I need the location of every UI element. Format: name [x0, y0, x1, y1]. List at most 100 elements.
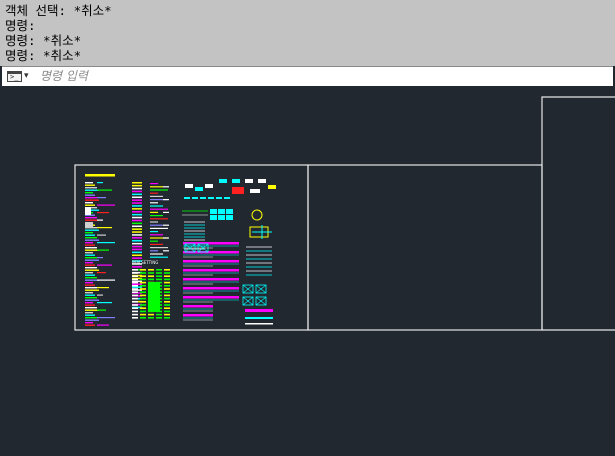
- text-row: [150, 215, 163, 217]
- symbol: [210, 209, 217, 214]
- legend-row-text: [97, 242, 115, 244]
- symbol: [219, 179, 227, 183]
- legend-row: [85, 264, 95, 266]
- text-row: [150, 234, 163, 236]
- swatch-row: [132, 216, 142, 219]
- legend-row: [85, 292, 93, 294]
- text-row: [163, 211, 169, 213]
- legend-row: [85, 282, 93, 284]
- chevron-down-icon[interactable]: ▾: [24, 69, 29, 83]
- text-row: [150, 247, 168, 249]
- text-row: [163, 250, 169, 252]
- swatch-row: [132, 231, 142, 233]
- symbol: [205, 184, 213, 188]
- symbol: [268, 185, 276, 189]
- grid-cell: [156, 275, 162, 277]
- drawing-title-bar: [85, 174, 115, 177]
- symbol: [226, 215, 233, 220]
- legend-row: [85, 257, 97, 259]
- grid-cell: [132, 297, 138, 300]
- grid-cell: [140, 304, 146, 306]
- symbol: [185, 184, 193, 188]
- legend-row: [85, 272, 93, 274]
- grid-cell: [164, 297, 170, 300]
- legend-row-text: [97, 249, 109, 251]
- pen-setting-label: PEN SETTING: [132, 260, 158, 265]
- pen-setting-grid: [132, 269, 170, 319]
- symbol: [218, 215, 225, 220]
- text-row: [163, 199, 169, 201]
- legend-row: [85, 204, 95, 206]
- layout-frame-right: [541, 96, 615, 330]
- symbol: [195, 187, 203, 191]
- text-row: [150, 205, 163, 207]
- symbol-bar: [183, 260, 213, 263]
- text-row: [150, 202, 158, 204]
- grid-cell: [164, 269, 170, 271]
- history-line: 명령: *취소*: [5, 33, 82, 48]
- text-row: [150, 208, 168, 210]
- grid-cell: [156, 278, 162, 281]
- grid-cell: [132, 278, 138, 281]
- legend-row-text: [97, 317, 115, 319]
- legend-row: [85, 194, 95, 196]
- grid-cell: [132, 269, 138, 271]
- layout-frame-middle: [307, 164, 543, 331]
- swatch-row: [132, 228, 142, 230]
- history-line: 객체 선택: *취소*: [5, 3, 112, 18]
- grid-cell: [156, 317, 162, 319]
- symbol: [245, 179, 253, 183]
- legend-row: [85, 297, 97, 299]
- grid-cell: [148, 272, 154, 274]
- legend-block: [85, 207, 91, 215]
- legend-row: [85, 244, 95, 246]
- grid-cell: [140, 281, 146, 284]
- symbol-bar: [213, 287, 239, 290]
- symbol-bar: [213, 242, 239, 245]
- terminal-icon[interactable]: >_: [7, 71, 22, 82]
- swatch-row: [132, 257, 142, 259]
- legend-row-text: [97, 182, 103, 184]
- swatch-row: [132, 254, 142, 256]
- grid-cell: [164, 313, 170, 316]
- legend-row-text: [97, 234, 106, 236]
- swatch-row: [132, 242, 142, 245]
- grid-cell: [140, 288, 146, 290]
- grid-cell: [148, 278, 154, 281]
- symbol: [250, 189, 260, 193]
- symbol: [224, 197, 230, 199]
- grid-cell: [164, 281, 170, 284]
- legend-row-text: [97, 219, 103, 221]
- symbol-bar: [213, 278, 239, 281]
- grid-cell: [164, 285, 170, 287]
- swatch-row: [132, 205, 142, 207]
- legend-row: [85, 219, 99, 221]
- symbol-bar: [245, 317, 273, 319]
- symbol-bar: [183, 269, 213, 272]
- legend-row-text: [97, 309, 106, 311]
- legend-row: [85, 249, 99, 251]
- swatch-row: [132, 225, 142, 227]
- symbol: [210, 215, 217, 220]
- legend-row: [85, 307, 97, 309]
- legend-block: [85, 222, 93, 228]
- swatch-row: [132, 251, 142, 254]
- swatch-row: [132, 240, 142, 242]
- grid-cell: [164, 272, 170, 274]
- grid-cell: [164, 307, 170, 309]
- legend-row: [85, 252, 93, 254]
- drawing-area[interactable]: PEN SETTING: [0, 87, 615, 456]
- legend-row-text: [97, 227, 112, 229]
- swatch-row: [132, 283, 142, 285]
- legend-row: [85, 294, 95, 296]
- swatch-row: [132, 202, 142, 204]
- legend-row: [85, 319, 99, 321]
- text-row: [150, 186, 163, 188]
- command-input[interactable]: [40, 68, 600, 84]
- legend-row: [85, 279, 99, 281]
- grid-cell: [132, 272, 138, 274]
- legend-row: [85, 309, 99, 311]
- grid-cell: [140, 278, 146, 281]
- grid-cell: [148, 317, 154, 319]
- drawing-canvas[interactable]: PEN SETTING: [0, 87, 615, 456]
